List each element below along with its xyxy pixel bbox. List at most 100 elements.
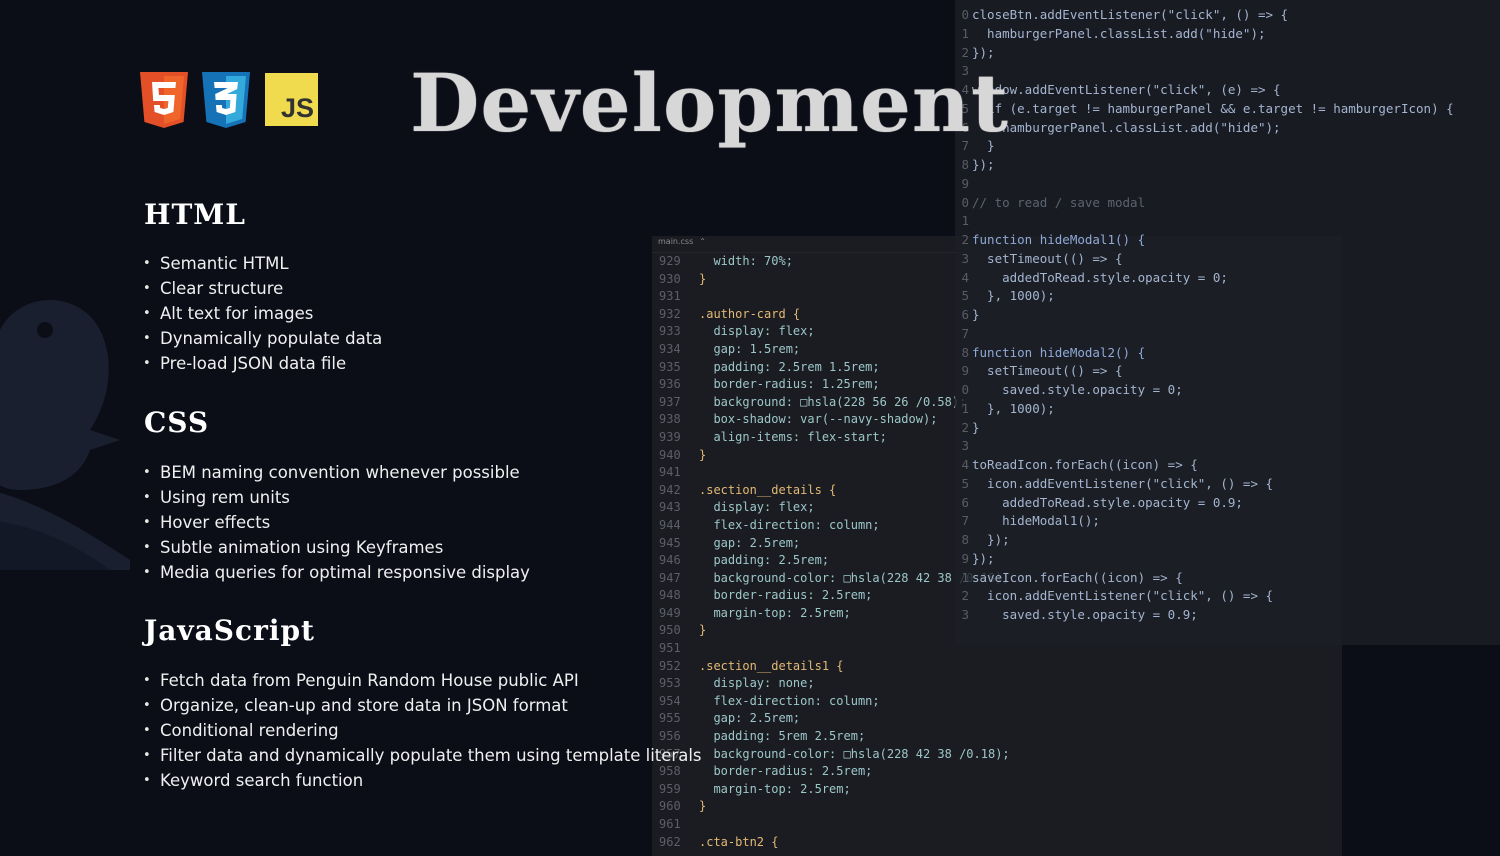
code-text: saved.style.opacity = 0; (972, 382, 1183, 397)
code-line: 3 setTimeout(() => { (955, 250, 1500, 269)
list-item: Dynamically populate data (143, 326, 382, 351)
code-text: } (972, 307, 980, 322)
code-line: 3 (955, 62, 1500, 81)
code-text: padding: 5rem 2.5rem; (699, 729, 866, 744)
line-number: 950 (659, 623, 681, 638)
line-number: 0 (961, 382, 969, 397)
line-number: 3 (961, 438, 969, 454)
line-number: 1 (961, 569, 969, 585)
code-text: width: 70%; (699, 254, 793, 268)
line-number: 9 (961, 550, 969, 566)
code-text: toReadIcon.forEach((icon) => { (972, 457, 1198, 472)
code-text: }, 1000); (972, 400, 1055, 416)
code-text: border-radius: 2.5rem; (699, 588, 873, 603)
close-icon[interactable]: ⌃ (699, 237, 706, 246)
list-item: BEM naming convention whenever possible (143, 460, 530, 485)
code-text: saveIcon.forEach((icon) => { (972, 569, 1183, 585)
css3-logo-icon (202, 72, 250, 128)
code-line: 9 setTimeout(() => { (955, 362, 1500, 381)
line-number: 931 (659, 289, 681, 304)
code-text: function hideModal2() { (972, 344, 1146, 360)
line-number: 951 (659, 641, 681, 656)
code-line: 8 }); (955, 531, 1500, 550)
line-number: 929 (659, 254, 681, 268)
line-number: 6 (961, 307, 969, 322)
code-text: closeBtn.addEventListener("click", () =>… (972, 7, 1289, 22)
code-line: 0 saved.style.opacity = 0; (955, 381, 1500, 400)
code-line: 2 icon.addEventListener("click", () => { (955, 587, 1500, 606)
code-text: display: none; (699, 676, 815, 691)
code-text: }); (972, 550, 995, 566)
code-text: if (e.target != hamburgerPanel && e.targ… (972, 100, 1454, 116)
line-number: 1 (961, 400, 969, 416)
line-number: 935 (659, 359, 681, 374)
bird-book-decoration (0, 300, 130, 570)
line-number: 5 (961, 288, 969, 304)
page-title: Development (410, 56, 1010, 150)
code-line: 2}); (955, 44, 1500, 63)
code-line: 958 border-radius: 2.5rem; (652, 763, 1342, 781)
code-text: display: flex; (699, 500, 815, 515)
line-number: 962 (659, 834, 681, 849)
line-number: 937 (659, 394, 681, 409)
line-number: 946 (659, 553, 681, 568)
code-line: 962 .cta-btn2 { (652, 834, 1342, 852)
code-text: setTimeout(() => { (972, 363, 1123, 379)
code-text: .section__details { (699, 482, 837, 497)
line-number: 940 (659, 447, 681, 462)
code-line: 961 (652, 816, 1342, 834)
code-line: 1 }, 1000); (955, 400, 1500, 419)
javascript-feature-list: Fetch data from Penguin Random House pub… (143, 668, 702, 793)
css-feature-list: BEM naming convention whenever possible … (143, 460, 530, 585)
line-number: 945 (659, 535, 681, 550)
line-number: 3 (961, 607, 969, 622)
html5-logo-icon (140, 72, 188, 128)
code-line: 4 addedToRead.style.opacity = 0; (955, 269, 1500, 288)
line-number: 4 (961, 457, 969, 472)
code-text: .cta-btn2 { (699, 834, 779, 849)
code-text: window.addEventListener("click", (e) => … (972, 82, 1281, 97)
line-number: 934 (659, 341, 681, 356)
code-text: display: flex; (699, 324, 815, 339)
code-text: } (972, 419, 980, 435)
line-number: 947 (659, 570, 681, 585)
line-number: 941 (659, 465, 681, 480)
line-number: 0 (961, 7, 969, 22)
code-text: border-radius: 1.25rem; (699, 377, 880, 392)
css-section-heading: CSS (144, 406, 210, 439)
code-text: } (699, 271, 707, 286)
html-feature-list: Semantic HTML Clear structure Alt text f… (143, 251, 382, 376)
code-line: 3 (955, 437, 1500, 456)
line-number: 932 (659, 306, 681, 321)
code-line: 7 hideModal1(); (955, 512, 1500, 531)
code-text: padding: 2.5rem 1.5rem; (699, 359, 880, 374)
code-line: 0// to read / save modal (955, 194, 1500, 213)
code-text: hamburgerPanel.classList.add("hide"); (972, 119, 1281, 135)
code-line: 9}); (955, 550, 1500, 569)
list-item: Conditional rendering (143, 718, 702, 743)
code-text: }, 1000); (972, 288, 1055, 304)
code-text: .section__details1 { (699, 658, 844, 673)
code-line: 8}); (955, 156, 1500, 175)
js-code-editor: 0 closeBtn.addEventListener("click", () =… (955, 0, 1500, 645)
list-item: Organize, clean-up and store data in JSO… (143, 693, 702, 718)
list-item: Subtle animation using Keyframes (143, 535, 530, 560)
code-line: 0 closeBtn.addEventListener("click", () =… (955, 6, 1500, 25)
line-number: 939 (659, 429, 681, 444)
code-text: gap: 2.5rem; (699, 535, 801, 550)
line-number: 948 (659, 588, 681, 603)
js-logo-label: JS (280, 93, 314, 123)
code-line: 9 (955, 175, 1500, 194)
line-number: 949 (659, 605, 681, 620)
line-number: 7 (961, 513, 969, 529)
list-item: Media queries for optimal responsive dis… (143, 560, 530, 585)
code-text: border-radius: 2.5rem; (699, 764, 873, 779)
code-text: addedToRead.style.opacity = 0.9; (972, 494, 1243, 510)
code-line: 960} (652, 798, 1342, 816)
code-text: .author-card { (699, 306, 801, 321)
line-number: 0 (961, 194, 969, 210)
code-line: 8 function hideModal2() { (955, 344, 1500, 363)
code-text: background-color: □hsla(228 42 38 /0.18)… (699, 746, 1010, 761)
list-item: Pre-load JSON data file (143, 351, 382, 376)
code-text: } (699, 623, 707, 638)
